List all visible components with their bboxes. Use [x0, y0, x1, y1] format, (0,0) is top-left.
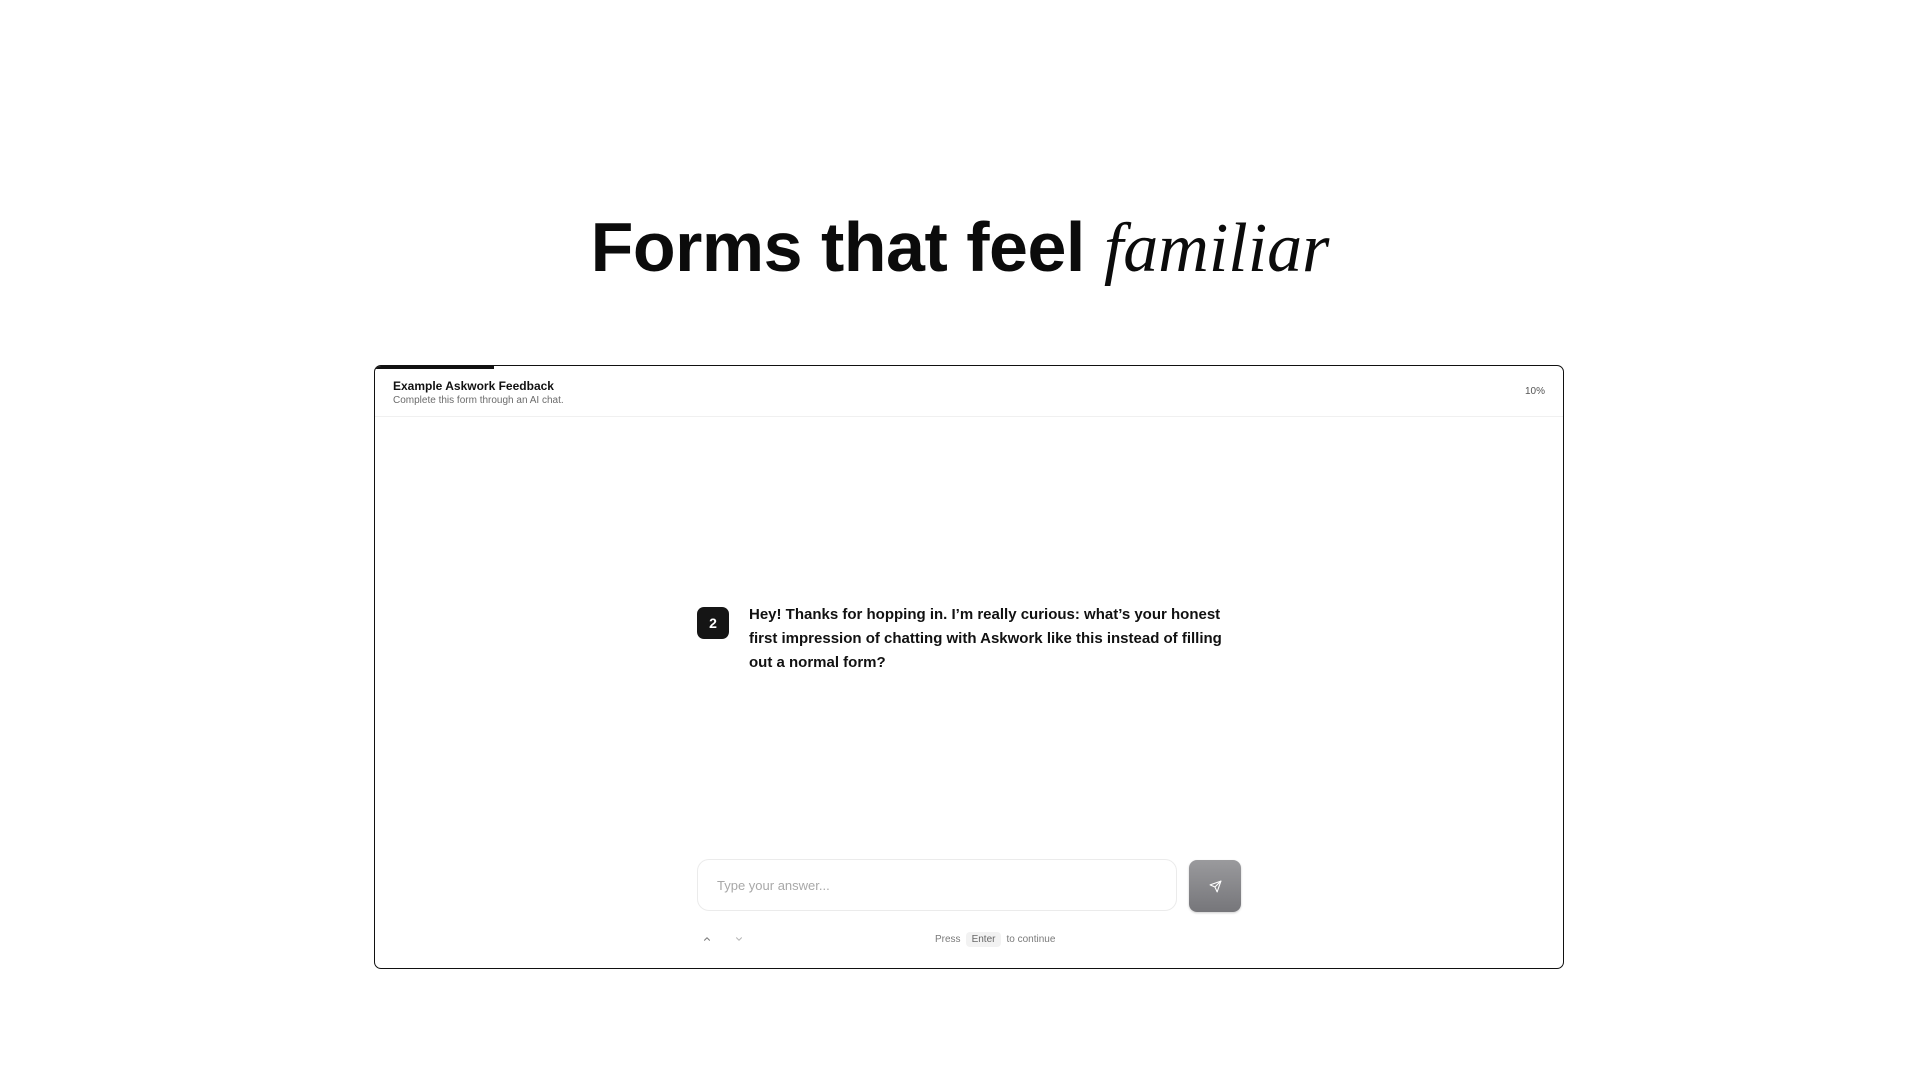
previous-question-button[interactable] [697, 931, 717, 947]
question-number-badge: 2 [697, 607, 729, 639]
keyboard-hint: Press Enter to continue [935, 932, 1055, 947]
progress-bar-fill [375, 366, 494, 369]
next-question-button[interactable] [729, 931, 749, 947]
chevron-up-icon [702, 934, 712, 944]
hero-heading: Forms that feel familiar [0, 205, 1920, 291]
hint-suffix: to continue [1006, 934, 1056, 945]
hero-title-accent: familiar [1103, 209, 1330, 287]
progress-bar [375, 366, 1563, 369]
form-window: Example Askwork Feedback Complete this f… [374, 365, 1564, 969]
send-button[interactable] [1189, 860, 1241, 912]
chevron-down-icon [734, 934, 744, 944]
hint-prefix: Press [935, 934, 961, 945]
answer-input[interactable] [697, 859, 1177, 911]
form-title: Example Askwork Feedback [393, 379, 554, 393]
send-icon [1209, 880, 1222, 893]
question-text: Hey! Thanks for hopping in. I’m really c… [749, 606, 1222, 671]
hero-title-main: Forms that feel [590, 207, 1104, 286]
progress-percent: 10% [1524, 386, 1545, 397]
form-subtitle: Complete this form through an AI chat. [393, 395, 564, 406]
enter-key-badge: Enter [965, 932, 1002, 947]
form-header: Example Askwork Feedback Complete this f… [375, 366, 1563, 417]
